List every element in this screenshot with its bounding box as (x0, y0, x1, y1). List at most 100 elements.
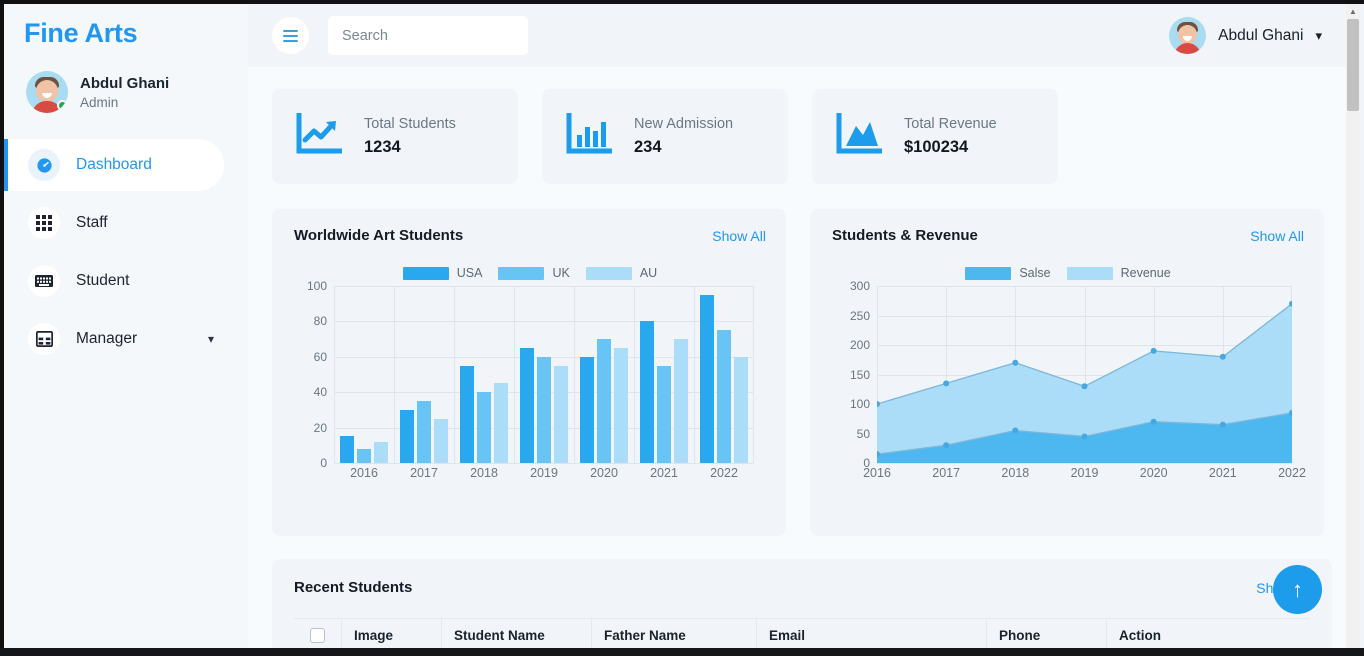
data-point-salse-2018[interactable] (1012, 427, 1019, 434)
data-point-revenue-2021[interactable] (1219, 353, 1226, 360)
scrollbar-thumb[interactable] (1347, 19, 1359, 111)
sidebar-item-manager[interactable]: Manager ▾ (4, 313, 224, 365)
area-chart-svg (877, 300, 1292, 463)
sidebar-profile[interactable]: Abdul Ghani Admin (4, 49, 248, 113)
show-all-link[interactable]: Show All (712, 228, 766, 244)
sidebar-nav: Dashboard Staff Student Manager ▾ (4, 139, 248, 365)
data-point-salse-2017[interactable] (943, 442, 950, 449)
search-input[interactable] (328, 16, 528, 55)
scroll-to-top-button[interactable]: ↑ (1273, 565, 1322, 614)
data-point-revenue-2019[interactable] (1081, 383, 1088, 390)
bar-au-2016[interactable] (374, 441, 388, 463)
bar-uk-2018[interactable] (477, 392, 491, 463)
x-axis-tick-label: 2021 (1208, 466, 1237, 480)
table-header-row: Image Student Name Father Name Email Phone Ac… (294, 618, 1310, 652)
x-axis-tick-label: 2022 (710, 466, 738, 480)
grid-icon (28, 207, 60, 239)
bar-usa-2018[interactable] (460, 365, 474, 463)
user-menu[interactable]: Abdul Ghani ▾ (1169, 17, 1322, 54)
stat-card-total-students[interactable]: Total Students 1234 (272, 89, 518, 184)
bar-au-2018[interactable] (494, 383, 508, 463)
data-point-revenue-2020[interactable] (1150, 347, 1157, 354)
panel-recent-students: Recent Students Show All ImageStudent Na… (272, 559, 1332, 656)
x-axis-tick-label: 2021 (650, 466, 678, 480)
bar-uk-2022[interactable] (717, 330, 731, 463)
table-header-cell[interactable]: Email (757, 618, 987, 652)
table-header-cell[interactable]: Phone (987, 618, 1107, 652)
hamburger-icon[interactable] (272, 17, 309, 54)
bar-uk-2021[interactable] (657, 365, 671, 463)
x-axis-tick-label: 2019 (530, 466, 558, 480)
bar-usa-2016[interactable] (340, 436, 354, 463)
area-chart-plot: 0 50 100 150 200 250 300 (850, 279, 1292, 470)
bar-au-2017[interactable] (434, 418, 448, 463)
table-header-cell[interactable]: Father Name (592, 618, 757, 652)
bar-usa-2021[interactable] (640, 321, 654, 463)
stat-card-new-admission[interactable]: New Admission 234 (542, 89, 788, 184)
legend-item[interactable]: Revenue (1066, 266, 1171, 280)
sidebar-item-dashboard[interactable]: Dashboard (4, 139, 224, 191)
data-point-revenue-2018[interactable] (1012, 359, 1019, 366)
select-all-cell[interactable] (294, 618, 342, 652)
x-axis-tick-label: 2020 (1139, 466, 1168, 480)
x-axis-tick-label: 2022 (1278, 466, 1306, 480)
chart-gridline (334, 286, 754, 287)
bar-uk-2016[interactable] (357, 448, 371, 463)
x-axis-tick-label: 2018 (470, 466, 498, 480)
legend-label: USA (456, 266, 483, 280)
data-point-salse-2020[interactable] (1150, 418, 1157, 425)
y-axis-tick-label: 200 (849, 338, 870, 352)
table-header-cell[interactable]: Action (1107, 618, 1212, 652)
brand-logo[interactable]: Fine Arts (4, 4, 248, 49)
legend-item[interactable]: UK (498, 266, 570, 280)
legend-swatch (1066, 266, 1113, 280)
chart-gridline (753, 286, 754, 463)
app-viewport: Fine Arts Abdul Ghani Admin Dashboard St… (0, 0, 1364, 656)
line-chart-icon (296, 112, 343, 160)
table-header-cell[interactable]: Image (342, 618, 442, 652)
sidebar-item-staff[interactable]: Staff (4, 197, 224, 249)
bar-usa-2019[interactable] (520, 347, 534, 463)
chevron-down-icon[interactable]: ▾ (208, 332, 214, 346)
data-point-salse-2021[interactable] (1219, 421, 1226, 428)
scroll-up-arrow-icon[interactable]: ▲ (1346, 4, 1360, 19)
page-scrollbar[interactable]: ▲ (1346, 4, 1360, 652)
chevron-down-icon[interactable]: ▾ (1315, 28, 1322, 44)
bar-usa-2017[interactable] (400, 409, 414, 463)
bar-usa-2020[interactable] (580, 356, 594, 463)
x-axis-tick-label: 2018 (1001, 466, 1030, 480)
data-point-revenue-2017[interactable] (943, 380, 950, 387)
bar-au-2019[interactable] (554, 365, 568, 463)
y-axis-tick-label: 0 (320, 456, 327, 470)
legend-item[interactable]: AU (585, 266, 657, 280)
topbar: Abdul Ghani ▾ (248, 4, 1356, 67)
stat-value: 234 (634, 138, 662, 156)
legend-swatch (965, 266, 1012, 280)
panel-title: Recent Students (294, 579, 413, 596)
bar-au-2021[interactable] (674, 339, 688, 463)
legend-item[interactable]: Salse (965, 266, 1051, 280)
show-all-link[interactable]: Show All (1250, 228, 1304, 244)
bar-au-2022[interactable] (734, 356, 748, 463)
stat-label: Total Revenue (904, 116, 997, 132)
bar-usa-2022[interactable] (700, 294, 714, 463)
bar-au-2020[interactable] (614, 347, 628, 463)
bar-uk-2017[interactable] (417, 401, 431, 463)
x-axis-tick-label: 2017 (410, 466, 438, 480)
checkbox-icon[interactable] (310, 627, 325, 643)
bar-uk-2019[interactable] (537, 356, 551, 463)
panel-worldwide-art-students: Worldwide Art Students Show All USA UK AU … (272, 209, 786, 536)
area-chart-xaxis: 2016 2017 2018 2019 2020 2021 2022 (863, 463, 1306, 485)
stat-value: $100234 (904, 138, 969, 156)
main-content: Total Students 1234 New Admission 234 To… (248, 67, 1356, 656)
y-axis-tick-label: 80 (313, 314, 327, 329)
sidebar-item-student[interactable]: Student (4, 255, 224, 307)
stat-card-total-revenue[interactable]: Total Revenue $100234 (812, 89, 1058, 184)
data-point-salse-2019[interactable] (1081, 433, 1088, 440)
table-header-cell[interactable]: Student Name (442, 618, 592, 652)
legend-item[interactable]: USA (402, 266, 483, 280)
bar-uk-2020[interactable] (597, 339, 611, 463)
online-status-dot (57, 100, 68, 111)
stat-value: 1234 (364, 138, 401, 156)
chart-gridline (334, 321, 754, 323)
